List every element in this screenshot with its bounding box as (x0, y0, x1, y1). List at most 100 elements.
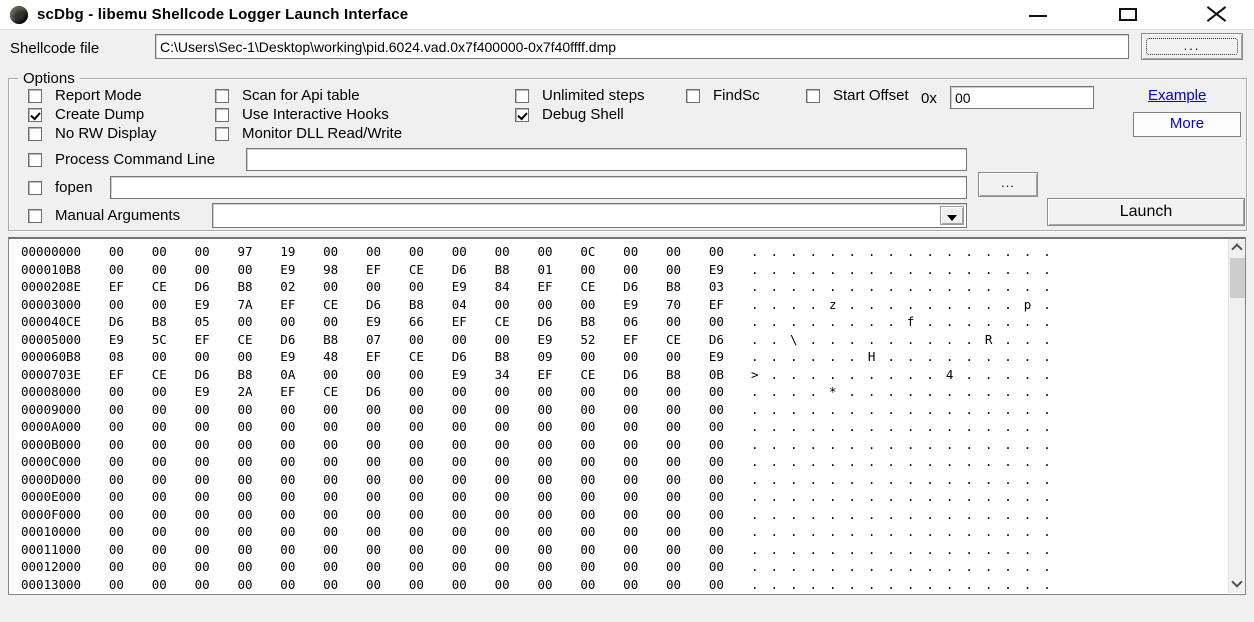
ascii-char: . (848, 401, 856, 419)
checkbox-manual-arguments[interactable]: Manual Arguments (28, 207, 180, 224)
ascii-char: . (907, 453, 915, 471)
hex-offset: 000120 (21, 558, 66, 576)
hex-byte: 00 (666, 488, 681, 506)
ascii-char: . (829, 243, 837, 261)
app-icon[interactable] (10, 6, 28, 24)
ascii-char: . (848, 278, 856, 296)
ascii-char: . (868, 313, 876, 331)
hex-byte: 00 (152, 471, 167, 489)
hex-byte: 00 (109, 541, 124, 559)
hex-byte: E9 (709, 348, 724, 366)
launch-button[interactable]: Launch (1047, 198, 1245, 226)
checkbox-label: Monitor DLL Read/Write (242, 125, 402, 142)
ascii-char: f (907, 313, 915, 331)
ascii-char: . (770, 331, 778, 349)
ascii-char: . (1004, 313, 1012, 331)
ascii-char: . (1004, 331, 1012, 349)
hex-byte: CE (323, 296, 338, 314)
hex-byte: 00 (366, 401, 381, 419)
checkbox-start-offset[interactable]: Start Offset (806, 87, 909, 104)
hex-byte: 00 (152, 401, 167, 419)
hex-byte: CE (152, 366, 167, 384)
checkbox-scan-api-table[interactable]: Scan for Api table (215, 87, 360, 104)
hex-scrollbar[interactable] (1228, 239, 1245, 593)
hex-byte: 00 (366, 506, 381, 524)
hex-byte: 00 (109, 401, 124, 419)
shellcode-file-input[interactable] (155, 34, 1129, 59)
more-button[interactable]: More (1133, 112, 1241, 137)
ascii-char: . (1024, 383, 1032, 401)
start-offset-input[interactable] (950, 86, 1094, 109)
checkbox-findsc[interactable]: FindSc (686, 87, 760, 104)
hex-byte: CE (666, 331, 681, 349)
fopen-browse-button[interactable]: ... (978, 172, 1038, 197)
combobox-dropdown-button[interactable] (940, 206, 964, 225)
close-button[interactable] (1194, 0, 1238, 30)
hex-byte: 00 (66, 401, 81, 419)
example-link[interactable]: Example (1148, 87, 1206, 104)
ascii-char: . (751, 436, 759, 454)
ascii-char: . (751, 488, 759, 506)
fopen-input[interactable] (110, 176, 967, 199)
checkbox-interactive-hooks[interactable]: Use Interactive Hooks (215, 106, 389, 123)
maximize-button[interactable] (1106, 0, 1150, 30)
hex-byte: E9 (452, 366, 467, 384)
hex-byte: 00 (666, 348, 681, 366)
checkbox-box (28, 89, 42, 103)
hex-byte: 00 (237, 471, 252, 489)
minimize-button[interactable] (1016, 0, 1060, 30)
ascii-char: . (1004, 366, 1012, 384)
ascii-char: . (868, 418, 876, 436)
hex-byte: 00 (495, 383, 510, 401)
hex-byte: 00 (195, 471, 210, 489)
ascii-char: . (907, 383, 915, 401)
hex-byte: 00 (495, 418, 510, 436)
hex-byte: 00 (66, 418, 81, 436)
hex-byte: 00 (109, 471, 124, 489)
hex-byte: 00 (452, 383, 467, 401)
ascii-char: . (1043, 541, 1051, 559)
hex-offset: 000100 (21, 523, 66, 541)
ascii-char: . (829, 558, 837, 576)
checkbox-no-rw-display[interactable]: No RW Display (28, 125, 156, 142)
hex-byte: 00 (366, 453, 381, 471)
browse-file-button[interactable]: ... (1141, 33, 1243, 60)
close-icon (1206, 4, 1227, 25)
ascii-char: . (770, 348, 778, 366)
hex-bytes: CED6B805000000E966EFCED6B8060000 (66, 313, 724, 331)
ascii-char: . (965, 278, 973, 296)
checkbox-unlimited-steps[interactable]: Unlimited steps (515, 87, 645, 104)
ascii-char: . (965, 541, 973, 559)
hex-byte: 04 (452, 296, 467, 314)
hex-byte: 00 (537, 436, 552, 454)
process-command-line-input[interactable] (246, 148, 967, 171)
checkbox-debug-shell[interactable]: Debug Shell (515, 106, 624, 123)
hex-byte: 00 (580, 471, 595, 489)
scroll-up-button[interactable] (1229, 239, 1246, 256)
hex-byte: 00 (580, 523, 595, 541)
hex-byte: EF (537, 366, 552, 384)
checkbox-create-dump[interactable]: Create Dump (28, 106, 144, 123)
hex-byte: 00 (709, 488, 724, 506)
ascii-char: . (751, 453, 759, 471)
hex-view[interactable]: 0000000000000097190000000000000C000000..… (8, 237, 1246, 595)
checkbox-label: No RW Display (55, 125, 156, 142)
ascii-char: . (829, 453, 837, 471)
hex-offset: 000030 (21, 296, 66, 314)
ascii-char: . (1043, 576, 1051, 594)
ascii-char: . (751, 576, 759, 594)
scrollbar-thumb[interactable] (1230, 258, 1245, 298)
checkbox-process-command-line[interactable]: Process Command Line (28, 151, 215, 168)
checkbox-fopen[interactable]: fopen (28, 179, 93, 196)
hex-byte: 00 (152, 576, 167, 594)
hex-byte: E9 (280, 348, 295, 366)
hex-byte: 00 (109, 558, 124, 576)
ascii-char: . (848, 261, 856, 279)
checkbox-report-mode[interactable]: Report Mode (28, 87, 142, 104)
manual-arguments-combobox[interactable] (212, 203, 967, 228)
hex-ascii: ................ (751, 506, 1051, 524)
scroll-down-button[interactable] (1229, 576, 1246, 593)
ascii-char: . (965, 558, 973, 576)
checkbox-monitor-dll[interactable]: Monitor DLL Read/Write (215, 125, 402, 142)
hex-byte: 00 (495, 296, 510, 314)
